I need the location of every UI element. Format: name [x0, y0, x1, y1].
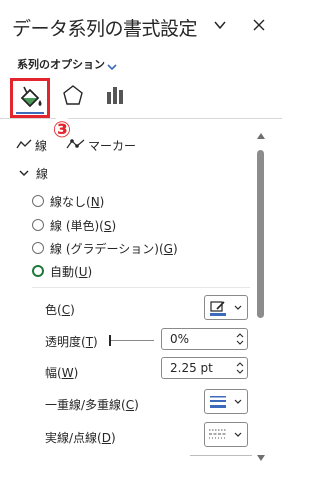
radio-button[interactable] [32, 219, 44, 231]
dash-label: 実線/点線(D) [45, 431, 116, 445]
chevron-down-icon [18, 164, 30, 183]
chevron-down-icon [231, 390, 245, 413]
close-icon[interactable] [251, 17, 267, 33]
transparency-slider[interactable] [109, 333, 154, 347]
subtab-marker-label: マーカー [88, 139, 137, 153]
slider-thumb[interactable] [109, 335, 111, 346]
width-value: 2.25 pt [170, 361, 213, 375]
radio-label: 線 (単色)(S) [50, 218, 117, 233]
color-label: 色(C) [45, 303, 75, 317]
selected-tab-indicator [16, 112, 44, 114]
compound-label: 一重線/多重線(C) [45, 398, 139, 412]
radio-label: 線なし(N) [50, 194, 105, 209]
scrollbar-thumb[interactable] [257, 150, 264, 318]
radio-button-checked[interactable] [32, 265, 44, 277]
pentagon-icon [62, 84, 84, 110]
subtab-line-label: 線 [35, 139, 48, 153]
radio-label: 自動(U) [50, 264, 93, 279]
chevron-down-icon [231, 423, 245, 446]
line-section-header[interactable]: 線 [18, 164, 48, 183]
line-color-button[interactable] [204, 295, 248, 320]
width-label: 幅(W) [45, 366, 79, 380]
dash-type-button[interactable] [204, 422, 248, 447]
scroll-up-icon[interactable] [257, 124, 265, 143]
dash-lines-icon [205, 423, 231, 446]
radio-button[interactable] [32, 242, 44, 254]
partial-control-edge [190, 455, 252, 456]
bar-chart-icon [104, 84, 126, 110]
marker-icon [66, 136, 86, 155]
transparency-input[interactable]: 0% [161, 328, 248, 350]
radio-solid-line[interactable]: 線 (単色)(S) [32, 216, 116, 234]
chevron-down-icon[interactable] [212, 17, 228, 33]
transparency-label: 透明度(T) [45, 335, 98, 349]
radio-button[interactable] [32, 195, 44, 207]
chevron-down-icon[interactable] [106, 57, 118, 71]
line-icon [16, 136, 32, 155]
series-options-dropdown[interactable]: 系列のオプション [17, 56, 105, 72]
radio-no-line[interactable]: 線なし(N) [32, 192, 104, 210]
chevron-down-icon [231, 296, 245, 319]
compound-type-button[interactable] [204, 389, 248, 414]
width-input[interactable]: 2.25 pt [161, 357, 248, 379]
pen-color-icon [205, 296, 231, 319]
spin-arrows[interactable] [233, 358, 247, 378]
compound-lines-icon [205, 390, 231, 413]
slider-track [111, 340, 154, 341]
tab-series-options[interactable] [96, 80, 134, 114]
radio-automatic[interactable]: 自動(U) [32, 262, 92, 280]
tab-effects[interactable] [54, 80, 92, 114]
tab-divider [0, 118, 282, 119]
subtab-marker[interactable]: マーカー [66, 136, 136, 155]
spin-arrows[interactable] [233, 329, 247, 349]
radio-gradient-line[interactable]: 線 (グラデーション)(G) [32, 239, 178, 257]
divider [32, 287, 250, 288]
pane-title: データ系列の書式設定 [12, 18, 198, 40]
paint-bucket-icon [18, 85, 44, 115]
scroll-down-icon[interactable] [257, 446, 265, 465]
line-section-title: 線 [36, 167, 49, 181]
transparency-value: 0% [170, 332, 190, 346]
radio-label: 線 (グラデーション)(G) [50, 241, 178, 256]
subtab-line[interactable]: 線 [16, 136, 47, 155]
